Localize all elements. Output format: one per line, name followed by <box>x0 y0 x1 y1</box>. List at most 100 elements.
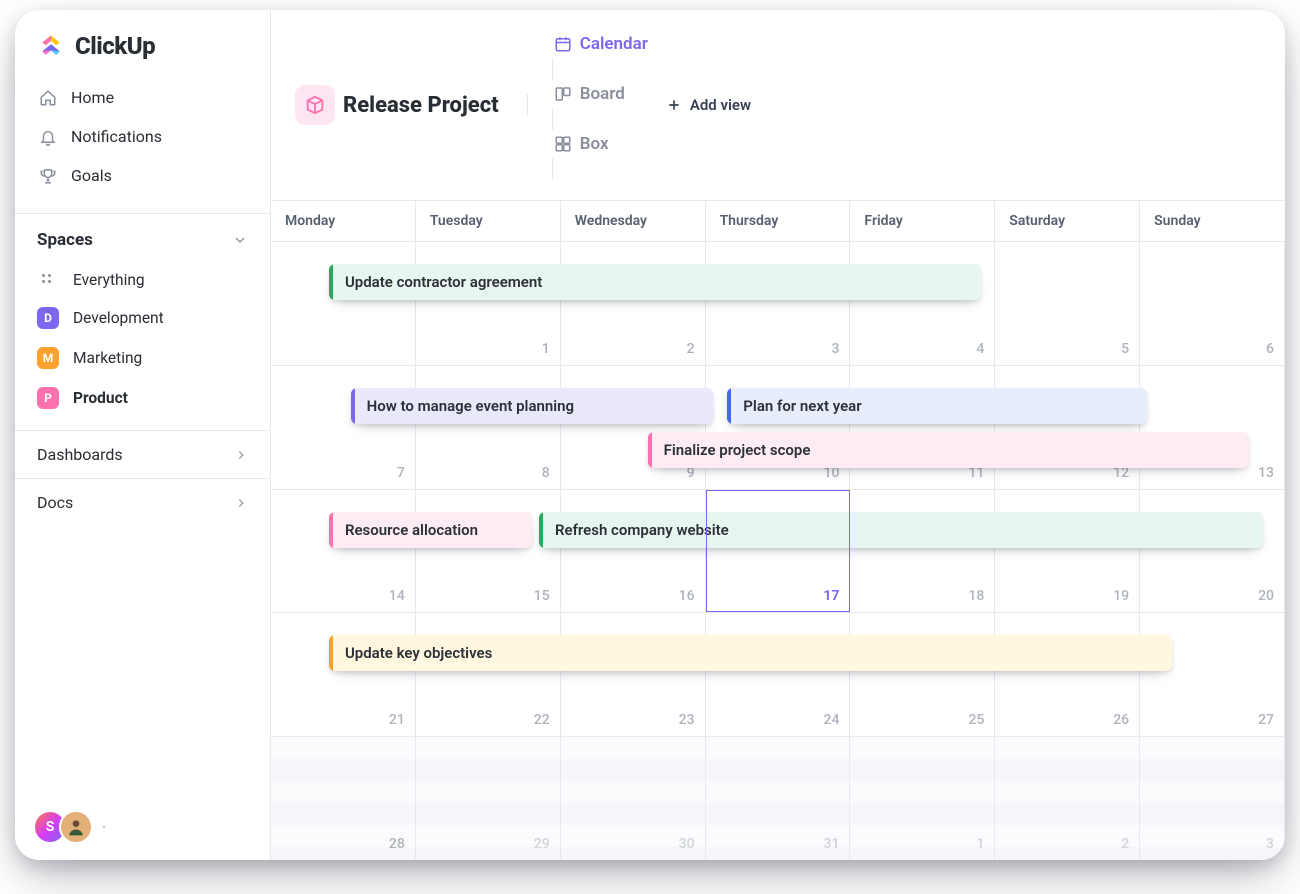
day-number: 15 <box>534 588 550 604</box>
calendar-cell[interactable]: 24 <box>706 613 851 736</box>
event-title: Update contractor agreement <box>333 273 554 291</box>
nav-label: Notifications <box>71 127 162 146</box>
calendar-cell[interactable]: 18 <box>850 490 995 613</box>
calendar-cell[interactable]: 26 <box>995 613 1140 736</box>
day-number: 19 <box>1113 588 1129 604</box>
space-label: Marketing <box>73 349 142 367</box>
nav-home[interactable]: Home <box>25 78 260 117</box>
trophy-icon <box>39 167 57 185</box>
calendar-cell[interactable]: 27 <box>1140 613 1285 736</box>
brand-name: ClickUp <box>75 32 155 60</box>
sidebar-row-docs[interactable]: Docs <box>15 478 270 526</box>
view-board[interactable]: Board <box>544 80 658 108</box>
day-number: 26 <box>1113 712 1129 728</box>
space-badge: P <box>37 387 59 409</box>
calendar-cell[interactable]: 5 <box>995 242 1140 365</box>
sidebar-row-dashboards[interactable]: Dashboards <box>15 430 270 478</box>
calendar-cell[interactable]: 7 <box>271 366 416 489</box>
add-view-label: Add view <box>690 96 751 114</box>
space-everything[interactable]: Everything <box>15 262 270 298</box>
calendar-event[interactable]: Update contractor agreement <box>329 264 981 300</box>
clickup-logo-icon <box>37 32 65 60</box>
calendar-cell[interactable]: 21 <box>271 613 416 736</box>
sidebar-row-label: Docs <box>37 493 73 512</box>
day-number: 1 <box>542 341 550 357</box>
main: Release Project Calendar Board Box Add vie… <box>271 10 1285 860</box>
calendar-event[interactable]: Refresh company website <box>539 512 1263 548</box>
calendar-week: 28 293031 12 3 <box>271 736 1285 860</box>
calendar-cell[interactable]: 22 <box>416 613 561 736</box>
calendar-event[interactable]: Finalize project scope <box>648 432 1249 468</box>
nav-goals[interactable]: Goals <box>25 156 260 195</box>
person-icon <box>66 817 86 837</box>
box-3d-icon <box>304 94 326 116</box>
calendar-cell[interactable]: 13 <box>1140 366 1285 489</box>
calendar-cell[interactable]: 14 <box>271 490 416 613</box>
calendar-cell[interactable]: 6 <box>1140 242 1285 365</box>
event-title: Finalize project scope <box>652 441 823 459</box>
day-number: 28 <box>389 836 405 852</box>
space-item-development[interactable]: DDevelopment <box>15 298 270 338</box>
space-item-product[interactable]: PProduct <box>15 378 270 418</box>
calendar-week: 78910111213 How to manage event planning P… <box>271 365 1285 489</box>
calendar-cell[interactable]: 1 <box>850 737 995 860</box>
calendar-cell[interactable]: 12 <box>995 366 1140 489</box>
day-number: 22 <box>534 712 550 728</box>
calendar-cell[interactable]: 1 <box>416 242 561 365</box>
presence-avatars[interactable]: S <box>33 810 109 844</box>
view-label: Calendar <box>580 34 648 54</box>
board-icon <box>554 85 572 103</box>
calendar-cell[interactable] <box>271 242 416 365</box>
day-number: 3 <box>831 341 839 357</box>
calendar-event[interactable]: How to manage event planning <box>351 388 713 424</box>
calendar-cell[interactable]: 28 <box>271 737 416 860</box>
day-number: 5 <box>1121 341 1129 357</box>
view-box[interactable]: Box <box>544 130 658 158</box>
nav-notifications[interactable]: Notifications <box>25 117 260 156</box>
project-title[interactable]: Release Project <box>343 93 499 118</box>
calendar-day-header: MondayTuesdayWednesdayThursdayFridaySatu… <box>271 201 1285 241</box>
calendar-cell[interactable]: 31 <box>706 737 851 860</box>
calendar-cell[interactable]: 20 <box>1140 490 1285 613</box>
calendar-week: 21 22 23 2425 26 27Update key objectives <box>271 612 1285 736</box>
calendar-cell[interactable]: 11 <box>850 366 995 489</box>
view-calendar[interactable]: Calendar <box>544 30 658 58</box>
calendar-cell[interactable]: 2 <box>995 737 1140 860</box>
calendar-icon <box>554 35 572 53</box>
space-item-marketing[interactable]: MMarketing <box>15 338 270 378</box>
calendar-cell[interactable]: 10 <box>706 366 851 489</box>
calendar-cell[interactable]: 4 <box>850 242 995 365</box>
plus-icon <box>666 97 682 113</box>
calendar-event[interactable]: Resource allocation <box>329 512 532 548</box>
project-icon[interactable] <box>295 85 335 125</box>
day-header-thursday: Thursday <box>706 201 851 241</box>
day-number: 23 <box>679 712 695 728</box>
day-number: 3 <box>1266 836 1274 852</box>
calendar-cell[interactable]: 25 <box>850 613 995 736</box>
calendar-cell[interactable]: 2 <box>561 242 706 365</box>
calendar-week: 14 15 161718 19 20 Resource allocationRefresh… <box>271 489 1285 613</box>
calendar-cell[interactable]: 30 <box>561 737 706 860</box>
calendar-cell[interactable]: 29 <box>416 737 561 860</box>
calendar-event[interactable]: Update key objectives <box>329 635 1172 671</box>
calendar-cell[interactable]: 17 <box>706 490 851 613</box>
day-number: 1 <box>976 836 984 852</box>
spaces-header[interactable]: Spaces <box>15 214 270 262</box>
calendar-cell[interactable]: 8 <box>416 366 561 489</box>
add-view-button[interactable]: Add view <box>666 96 751 114</box>
calendar-event[interactable]: Plan for next year <box>727 388 1147 424</box>
calendar-cell[interactable]: 16 <box>561 490 706 613</box>
calendar: MondayTuesdayWednesdayThursdayFridaySatu… <box>271 200 1285 860</box>
calendar-cell[interactable]: 23 <box>561 613 706 736</box>
calendar-cell[interactable]: 15 <box>416 490 561 613</box>
topbar: Release Project Calendar Board Box Add vie… <box>271 10 1285 200</box>
calendar-cell[interactable]: 19 <box>995 490 1140 613</box>
grid-dots-icon <box>37 271 59 289</box>
calendar-cell[interactable]: 3 <box>706 242 851 365</box>
avatar-letter: S <box>46 819 55 835</box>
calendar-cell[interactable]: 9 <box>561 366 706 489</box>
brand-logo[interactable]: ClickUp <box>15 10 270 74</box>
calendar-cell[interactable]: 3 <box>1140 737 1285 860</box>
spaces-header-label: Spaces <box>37 230 93 250</box>
caret-down-icon <box>99 822 109 832</box>
